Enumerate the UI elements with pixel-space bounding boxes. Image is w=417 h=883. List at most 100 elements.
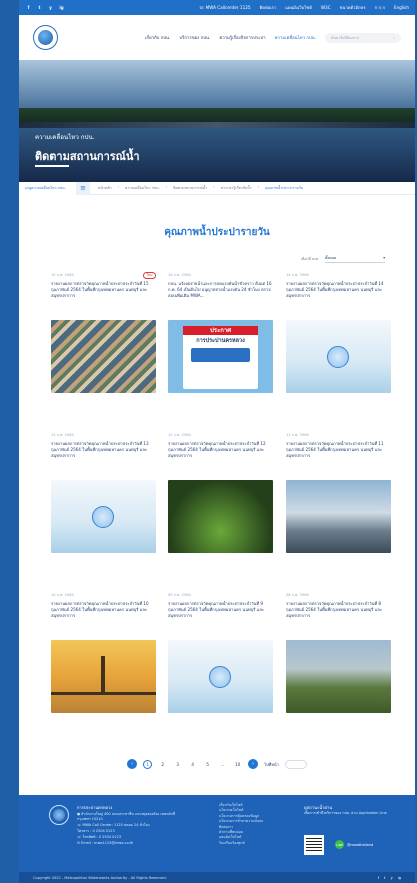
news-thumbnail[interactable]	[286, 640, 391, 713]
line-icon: LINE	[335, 840, 344, 849]
news-thumbnail[interactable]	[286, 480, 391, 553]
footer-link[interactable]: ร้องเรียนร้องทุกข์	[219, 841, 289, 846]
news-thumbnail[interactable]	[51, 480, 156, 553]
copyright-text: Copyright 2022 - Metropolitan Waterworks…	[33, 875, 167, 880]
logo-emblem-icon	[53, 809, 65, 821]
news-card[interactable]: 08 ก.พ. 2564 รายงานผลการตรวจวัดคุณภาพน้ำป…	[286, 592, 391, 737]
nav-services[interactable]: บริการของ กปน.	[179, 34, 210, 41]
social-links: f t y ig	[25, 4, 65, 11]
news-thumbnail[interactable]	[168, 480, 273, 553]
footer-phone-text: โทรศัพท์ : 0 2504 0123	[82, 835, 122, 839]
page-link-4[interactable]: 4	[188, 760, 197, 769]
news-title[interactable]: รายงานผลการตรวจวัดคุณภาพน้ำประปาประจำวัน…	[168, 441, 273, 465]
news-card[interactable]: 15 ก.พ. 2564 ใหม่ รายงานผลการตรวจวัดคุณภาพ…	[51, 272, 156, 417]
news-date: 14 ก.พ. 2564	[286, 273, 309, 277]
font-size-label: ขนาดตัวอักษร	[339, 5, 366, 10]
footer-email[interactable]: ✉ Email : mwa1125@mwa.co.th	[77, 841, 187, 846]
line-account[interactable]: LINE @mwathailand	[335, 840, 373, 849]
page-link-5[interactable]: 5	[203, 760, 212, 769]
search-icon[interactable]: ⌕	[393, 36, 395, 40]
facebook-icon[interactable]: f	[25, 4, 32, 11]
news-title[interactable]: รายงานผลการตรวจวัดคุณภาพน้ำประปาประจำวัน…	[51, 441, 156, 465]
page-link-2[interactable]: 2	[158, 760, 167, 769]
news-title[interactable]: รายงานผลการตรวจวัดคุณภาพน้ำประปาประจำวัน…	[168, 601, 273, 625]
callcenter-link[interactable]: ☏ MWA Callcenter 1125	[199, 5, 251, 10]
breadcrumb-current: คุณภาพน้ำประปารายวัน	[265, 186, 304, 190]
page-link-10[interactable]: 10	[233, 760, 242, 769]
breadcrumb-home[interactable]: หน้าหลัก	[98, 185, 112, 191]
news-card[interactable]: 14 ก.พ. 2564 กปน. แจ้งงดจ่ายน้ำและการลดแร…	[168, 272, 273, 417]
instagram-icon[interactable]: ig	[398, 876, 401, 880]
sitemap-link[interactable]: แผนผังเว็บไซต์	[285, 4, 312, 11]
page-ellipsis: ...	[220, 761, 225, 767]
news-card[interactable]: 12 ก.พ. 2564 รายงานผลการตรวจวัดคุณภาพน้ำป…	[168, 432, 273, 577]
year-filter-label: เลือกปี พ.ศ.	[300, 256, 319, 261]
page-link-3[interactable]: 3	[173, 760, 182, 769]
phone-icon: ☏	[199, 5, 206, 10]
youtube-icon[interactable]: y	[391, 876, 393, 880]
news-title[interactable]: รายงานผลการตรวจวัดคุณภาพน้ำประปาประจำวัน…	[286, 601, 391, 625]
instagram-icon[interactable]: ig	[58, 4, 65, 11]
font-size-switch[interactable]: ก ก ก	[375, 4, 385, 11]
news-date: 15 ก.พ. 2564	[51, 273, 74, 277]
news-title[interactable]: รายงานผลการตรวจวัดคุณภาพน้ำประปาประจำวัน…	[286, 281, 391, 305]
breadcrumb-knowledge[interactable]: สาระน่ารู้เกี่ยวกับน้ำ	[221, 185, 252, 191]
news-thumbnail[interactable]	[51, 640, 156, 713]
footer-email-text: Email : mwa1125@mwa.co.th	[81, 841, 134, 845]
poster-header: ประกาศ	[183, 326, 258, 335]
news-card[interactable]: 14 ก.พ. 2564 รายงานผลการตรวจวัดคุณภาพน้ำป…	[286, 272, 391, 417]
news-title[interactable]: รายงานผลการตรวจวัดคุณภาพน้ำประปาประจำวัน…	[51, 281, 156, 305]
hero-title: ติดตามสถานการณ์น้ำ	[35, 150, 140, 163]
contact-link[interactable]: ติดต่อเรา	[260, 4, 277, 11]
news-card[interactable]: 11 ก.พ. 2564 รายงานผลการตรวจวัดคุณภาพน้ำป…	[286, 432, 391, 577]
news-thumbnail[interactable]	[51, 320, 156, 393]
twitter-icon[interactable]: t	[384, 876, 385, 880]
go-to-page-label: ไปที่หน้า	[264, 761, 279, 767]
prev-page-icon[interactable]: ‹	[127, 759, 138, 769]
hamburger-menu-icon[interactable]: ≡	[76, 181, 90, 195]
news-title[interactable]: กปน. แจ้งงดจ่ายน้ำและการลดแรงดันน้ำชั่วค…	[168, 281, 273, 305]
language-switch[interactable]: English	[394, 5, 409, 10]
header: เกี่ยวกับ กปน. บริการของ กปน. ความรู้เรื…	[19, 15, 415, 60]
news-thumbnail[interactable]	[168, 640, 273, 713]
news-thumbnail[interactable]	[286, 320, 391, 393]
hero-subtitle: ความเคลื่อนไหว กปน.	[35, 134, 95, 141]
water-drop-logo-icon	[92, 506, 114, 528]
announcement-poster: ประกาศ การประปานครหลวง	[183, 326, 258, 389]
news-title[interactable]: รายงานผลการตรวจวัดคุณภาพน้ำประปาประจำวัน…	[286, 441, 391, 465]
news-title[interactable]: รายงานผลการตรวจวัดคุณภาพน้ำประปาประจำวัน…	[51, 601, 156, 625]
footer-app-desc: เพื่อการเข้าถึงบริการของ กปน. ผ่าน Appli…	[304, 811, 387, 815]
year-filter: เลือกปี พ.ศ. ทั้งหมด ▾	[19, 254, 415, 263]
breadcrumb-water[interactable]: ติดตามสถานการณ์น้ำ	[173, 185, 207, 191]
search-input[interactable]: ค้นหาสิ่งที่ต้องการ ⌕	[325, 32, 401, 43]
breadcrumb-sep-icon: ›	[213, 185, 215, 189]
breadcrumb-sep-icon: ›	[165, 185, 168, 189]
side-menu-label[interactable]: เมนูความเคลื่อนไหว กปน.	[19, 181, 76, 195]
mwa-logo[interactable]	[33, 25, 58, 50]
page-link-1[interactable]: 1	[143, 759, 153, 769]
nav-news[interactable]: ความเคลื่อนไหว กปน.	[275, 34, 316, 41]
w3c-link[interactable]: W3C	[321, 5, 331, 10]
go-to-page-input[interactable]	[284, 759, 307, 769]
news-thumbnail[interactable]: ประกาศ การประปานครหลวง	[168, 320, 273, 393]
next-page-icon[interactable]: ›	[248, 759, 259, 769]
year-select[interactable]: ทั้งหมด ▾	[325, 254, 385, 263]
poster-body	[191, 348, 250, 362]
news-card[interactable]: 10 ก.พ. 2564 รายงานผลการตรวจวัดคุณภาพน้ำป…	[51, 592, 156, 737]
year-select-value: ทั้งหมด	[325, 256, 337, 260]
breadcrumb-news[interactable]: ความเคลื่อนไหว กปน.	[125, 185, 160, 191]
news-date: 11 ก.พ. 2564	[286, 433, 309, 437]
pagination: ‹ 1 2 3 4 5 ... 10 › ไปที่หน้า	[19, 759, 415, 769]
nav-knowledge[interactable]: ความรู้เรื่องกิจการประปา	[219, 34, 265, 41]
youtube-icon[interactable]: y	[47, 4, 54, 11]
news-card[interactable]: 13 ก.พ. 2564 รายงานผลการตรวจวัดคุณภาพน้ำป…	[51, 432, 156, 577]
twitter-icon[interactable]: t	[36, 4, 43, 11]
news-card[interactable]: 09 ก.พ. 2564 รายงานผลการตรวจวัดคุณภาพน้ำป…	[168, 592, 273, 737]
footer-callcenter-text: MWA Call Center: 1125 ตลอด 24 ชั่วโมง	[82, 823, 150, 827]
nav-about[interactable]: เกี่ยวกับ กปน.	[145, 34, 170, 41]
footer-phone: ☏ โทรศัพท์ : 0 2504 0123	[77, 835, 187, 840]
footer-address: ● สำนักงานใหญ่ 400 ถนนประชาชื่น แขวงทุ่ง…	[77, 812, 187, 822]
page: f t y ig ☏ MWA Callcenter 1125 ติดต่อเรา…	[19, 0, 415, 883]
footer-logo[interactable]	[49, 805, 69, 825]
facebook-icon[interactable]: f	[378, 876, 379, 880]
